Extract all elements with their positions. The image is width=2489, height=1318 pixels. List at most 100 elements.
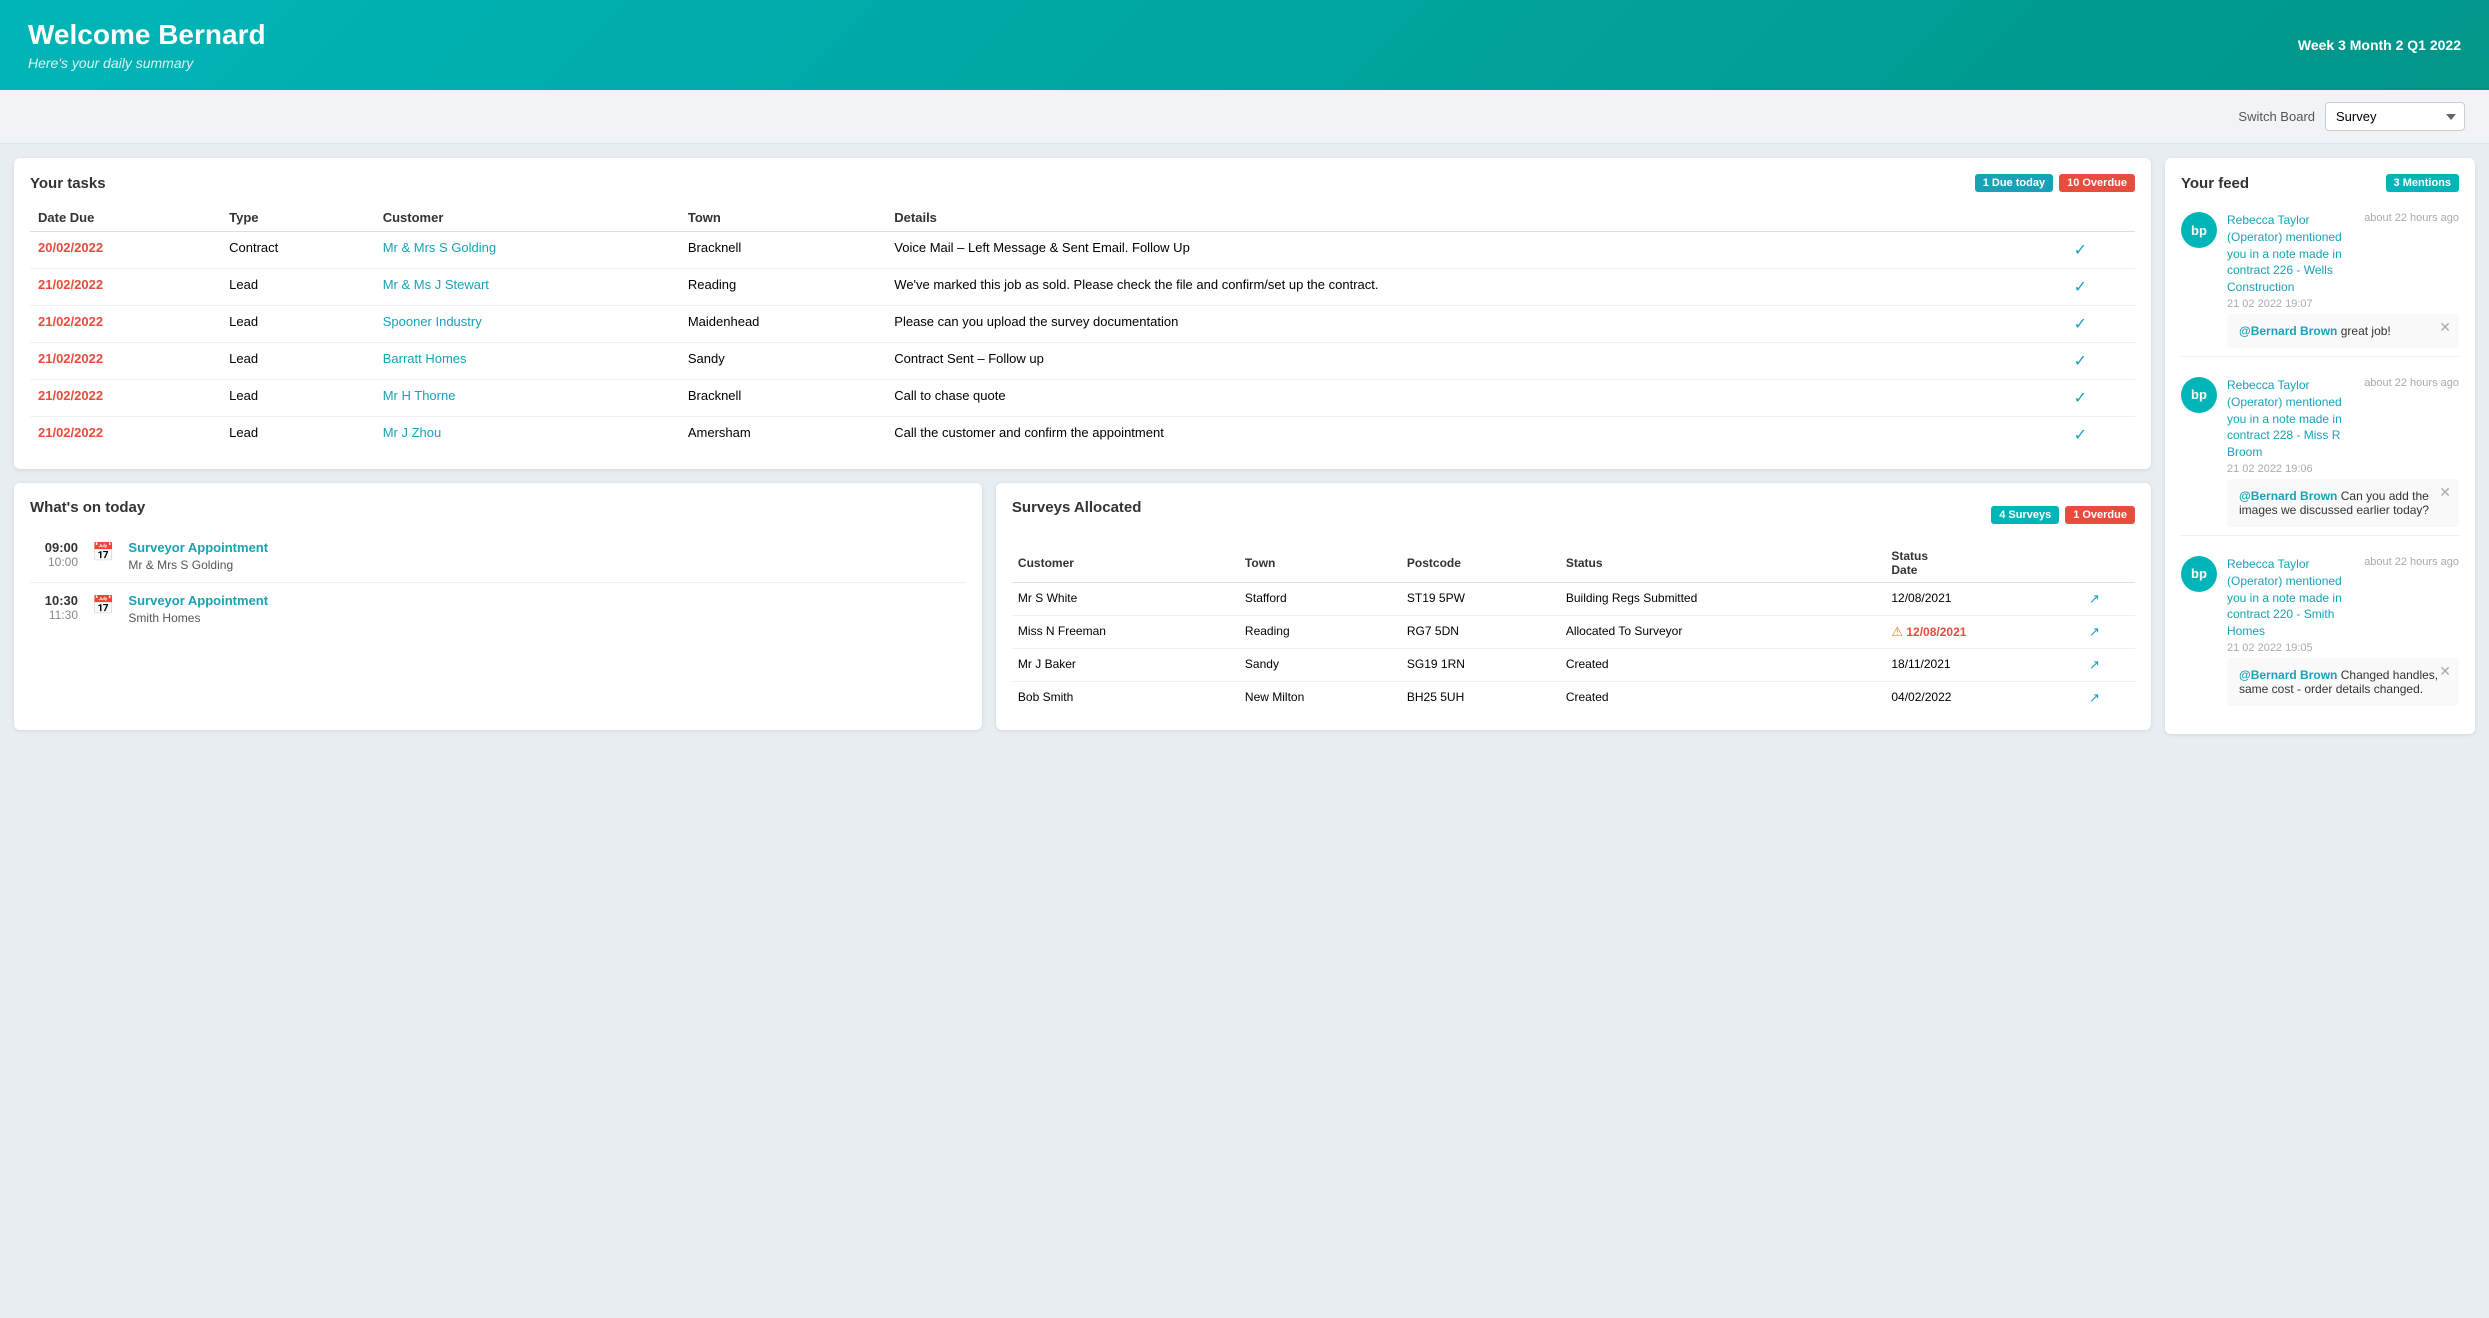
- due-today-badge: 1 Due today: [1975, 174, 2053, 192]
- table-row: Miss N Freeman Reading RG7 5DN Allocated…: [1012, 616, 2135, 649]
- feed-mention-top: Rebecca Taylor (Operator) mentioned you …: [2227, 556, 2459, 640]
- task-details: Call the customer and confirm the appoin…: [886, 417, 2065, 454]
- feed-mentions-badge: 3 Mentions: [2386, 174, 2459, 192]
- toolbar: Switch Board Survey: [0, 90, 2489, 144]
- feed-divider: [2181, 535, 2459, 536]
- task-town: Bracknell: [680, 380, 886, 417]
- task-date: 20/02/2022: [30, 232, 221, 269]
- check-icon[interactable]: ✓: [2074, 390, 2087, 407]
- task-customer[interactable]: Mr & Ms J Stewart: [375, 269, 680, 306]
- task-check[interactable]: ✓: [2066, 417, 2135, 454]
- external-link-icon[interactable]: ↗: [2089, 624, 2100, 639]
- table-row: 21/02/2022 Lead Mr & Ms J Stewart Readin…: [30, 269, 2135, 306]
- welcome-title: Welcome Bernard: [28, 19, 266, 51]
- survey-status: Created: [1560, 649, 1886, 682]
- time-start: 10:30: [30, 593, 78, 608]
- tasks-card: Your tasks 1 Due today 10 Overdue Date D…: [14, 158, 2151, 469]
- close-button[interactable]: ✕: [2439, 664, 2451, 678]
- check-icon[interactable]: ✓: [2074, 242, 2087, 259]
- feed-header: Your feed 3 Mentions: [2181, 174, 2459, 192]
- feed-mention-title[interactable]: Rebecca Taylor (Operator) mentioned you …: [2227, 212, 2356, 296]
- period-label: Week 3 Month 2 Q1 2022: [2298, 37, 2461, 53]
- surveys-header: Surveys Allocated 4 Surveys 1 Overdue: [1012, 499, 2135, 530]
- task-date: 21/02/2022: [30, 380, 221, 417]
- table-row: 20/02/2022 Contract Mr & Mrs S Golding B…: [30, 232, 2135, 269]
- feed-mention-title[interactable]: Rebecca Taylor (Operator) mentioned you …: [2227, 556, 2356, 640]
- warning-icon: ⚠: [1891, 624, 1903, 639]
- task-type: Lead: [221, 380, 375, 417]
- survey-ext-link[interactable]: ↗: [2083, 616, 2135, 649]
- status-date-value: 12/08/2021: [1891, 591, 1951, 605]
- surveys-card: Surveys Allocated 4 Surveys 1 Overdue Cu…: [996, 483, 2151, 730]
- feed-reply: @Bernard Brown Changed handles, same cos…: [2227, 658, 2459, 706]
- overdue-badge: 10 Overdue: [2059, 174, 2135, 192]
- task-type: Lead: [221, 306, 375, 343]
- feed-mention: bp Rebecca Taylor (Operator) mentioned y…: [2181, 204, 2459, 314]
- survey-town: Sandy: [1239, 649, 1401, 682]
- scol-link: [2083, 544, 2135, 583]
- task-customer[interactable]: Spooner Industry: [375, 306, 680, 343]
- header-left: Welcome Bernard Here's your daily summar…: [28, 19, 266, 71]
- col-details: Details: [886, 204, 2065, 232]
- task-town: Amersham: [680, 417, 886, 454]
- survey-postcode: ST19 5PW: [1401, 583, 1560, 616]
- feed-reply: @Bernard Brown Can you add the images we…: [2227, 479, 2459, 527]
- check-icon[interactable]: ✓: [2074, 427, 2087, 444]
- whats-on-card: What's on today 09:00 10:00 📅 Surveyor A…: [14, 483, 982, 730]
- tasks-badges: 1 Due today 10 Overdue: [1975, 174, 2135, 192]
- external-link-icon[interactable]: ↗: [2089, 657, 2100, 672]
- col-date-due: Date Due: [30, 204, 221, 232]
- tasks-table: Date Due Type Customer Town Details 20/0…: [30, 204, 2135, 453]
- task-customer[interactable]: Mr H Thorne: [375, 380, 680, 417]
- survey-customer: Mr S White: [1012, 583, 1239, 616]
- task-details: Please can you upload the survey documen…: [886, 306, 2065, 343]
- task-check[interactable]: ✓: [2066, 306, 2135, 343]
- status-date-value: 04/02/2022: [1891, 690, 1951, 704]
- survey-ext-link[interactable]: ↗: [2083, 682, 2135, 715]
- task-check[interactable]: ✓: [2066, 380, 2135, 417]
- survey-status: Created: [1560, 682, 1886, 715]
- feed-mention-title[interactable]: Rebecca Taylor (Operator) mentioned you …: [2227, 377, 2356, 461]
- table-row: 21/02/2022 Lead Mr H Thorne Bracknell Ca…: [30, 380, 2135, 417]
- appointment-title[interactable]: Surveyor Appointment: [128, 593, 268, 608]
- surveys-table: Customer Town Postcode Status StatusDate…: [1012, 544, 2135, 714]
- survey-ext-link[interactable]: ↗: [2083, 583, 2135, 616]
- feed-divider: [2181, 356, 2459, 357]
- close-button[interactable]: ✕: [2439, 320, 2451, 334]
- task-details: Call to chase quote: [886, 380, 2065, 417]
- feed-mention: bp Rebecca Taylor (Operator) mentioned y…: [2181, 369, 2459, 479]
- task-check[interactable]: ✓: [2066, 343, 2135, 380]
- feed-mention-top: Rebecca Taylor (Operator) mentioned you …: [2227, 377, 2459, 461]
- mention-name: @Bernard Brown: [2239, 324, 2337, 338]
- appointment-details: Surveyor Appointment Mr & Mrs S Golding: [128, 540, 268, 572]
- task-customer[interactable]: Mr & Mrs S Golding: [375, 232, 680, 269]
- task-customer[interactable]: Mr J Zhou: [375, 417, 680, 454]
- tasks-header: Your tasks 1 Due today 10 Overdue: [30, 174, 2135, 192]
- page-header: Welcome Bernard Here's your daily summar…: [0, 0, 2489, 90]
- task-customer[interactable]: Barratt Homes: [375, 343, 680, 380]
- check-icon[interactable]: ✓: [2074, 279, 2087, 296]
- external-link-icon[interactable]: ↗: [2089, 690, 2100, 705]
- survey-postcode: RG7 5DN: [1401, 616, 1560, 649]
- check-icon[interactable]: ✓: [2074, 353, 2087, 370]
- task-type: Contract: [221, 232, 375, 269]
- task-town: Bracknell: [680, 232, 886, 269]
- switch-board-select[interactable]: Survey: [2325, 102, 2465, 131]
- close-button[interactable]: ✕: [2439, 485, 2451, 499]
- table-row: 21/02/2022 Lead Mr J Zhou Amersham Call …: [30, 417, 2135, 454]
- survey-town: Stafford: [1239, 583, 1401, 616]
- survey-ext-link[interactable]: ↗: [2083, 649, 2135, 682]
- time-end: 10:00: [30, 555, 78, 569]
- task-date: 21/02/2022: [30, 343, 221, 380]
- feed-mention: bp Rebecca Taylor (Operator) mentioned y…: [2181, 548, 2459, 658]
- task-date: 21/02/2022: [30, 417, 221, 454]
- task-check[interactable]: ✓: [2066, 232, 2135, 269]
- check-icon[interactable]: ✓: [2074, 316, 2087, 333]
- appointment-title[interactable]: Surveyor Appointment: [128, 540, 268, 555]
- daily-summary-subtitle: Here's your daily summary: [28, 55, 266, 71]
- appointment-details: Surveyor Appointment Smith Homes: [128, 593, 268, 625]
- time-block: 09:00 10:00: [30, 540, 78, 569]
- task-check[interactable]: ✓: [2066, 269, 2135, 306]
- task-type: Lead: [221, 343, 375, 380]
- external-link-icon[interactable]: ↗: [2089, 591, 2100, 606]
